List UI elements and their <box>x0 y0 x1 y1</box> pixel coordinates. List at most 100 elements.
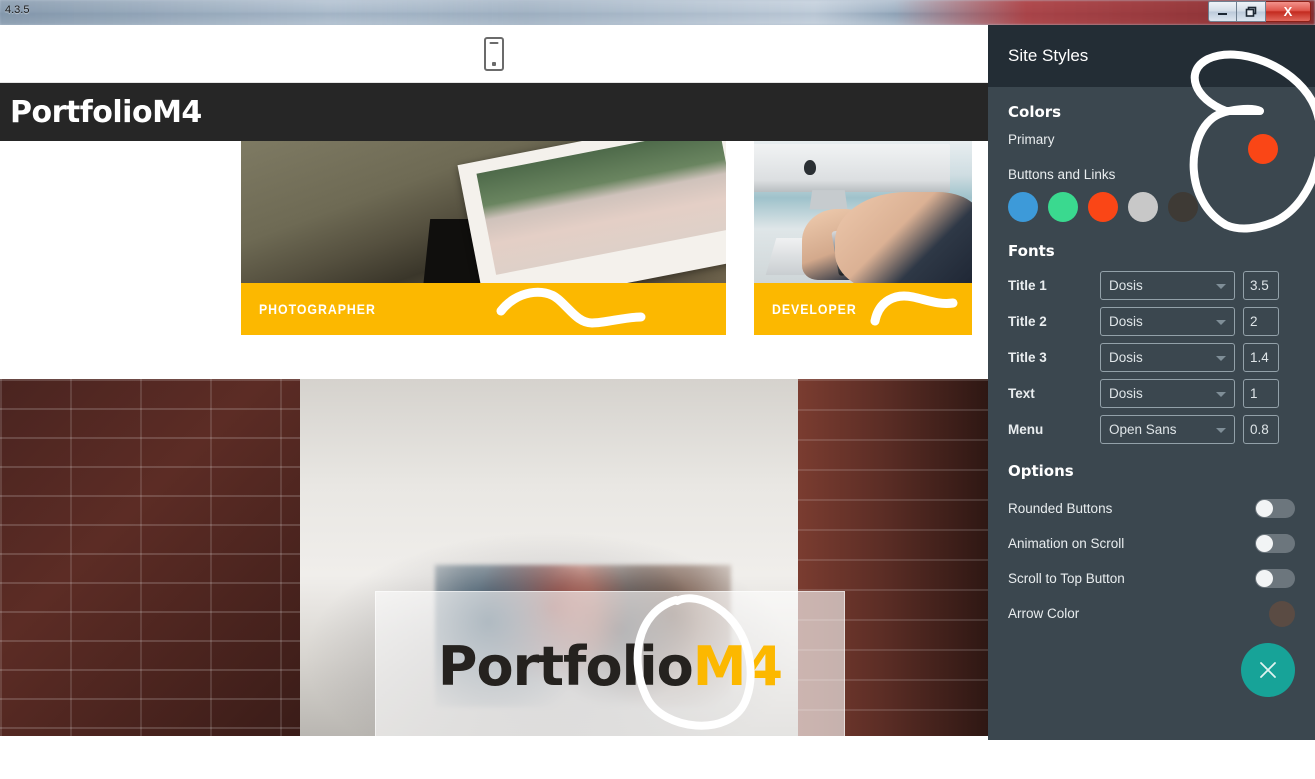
photographer-label-text: PHOTOGRAPHER <box>259 301 376 317</box>
font-select-text[interactable]: Dosis <box>1100 379 1235 408</box>
chevron-down-icon <box>1216 355 1226 361</box>
color-swatch-green[interactable] <box>1048 192 1078 222</box>
right-hand-graphic <box>834 192 972 283</box>
toggle-animation-on-scroll[interactable] <box>1255 534 1295 553</box>
buttons-and-links-label: Buttons and Links <box>1008 167 1116 182</box>
photo-print-graphic <box>457 141 726 283</box>
panel-title: Site Styles <box>1008 46 1089 65</box>
font-size-input-title-2[interactable]: 2 <box>1243 307 1279 336</box>
close-icon <box>1260 662 1276 678</box>
color-swatch-dark[interactable] <box>1168 192 1198 222</box>
close-icon: X <box>1283 4 1293 19</box>
panel-header: Site Styles <box>988 25 1315 87</box>
panel-body: Colors Primary Buttons and Links Fonts T… <box>988 87 1315 631</box>
option-row-arrow-color: Arrow Color <box>1008 596 1295 631</box>
hero-title-accent: M4 <box>692 634 783 698</box>
font-size-input-text[interactable]: 1 <box>1243 379 1279 408</box>
developer-label-text: DEVELOPER <box>772 301 857 317</box>
imac-graphic <box>754 143 951 193</box>
minimize-button[interactable] <box>1208 1 1237 22</box>
font-select-title-1[interactable]: Dosis <box>1100 271 1235 300</box>
option-row-scroll-to-top-button: Scroll to Top Button <box>1008 561 1295 596</box>
font-label-text: Text <box>1008 386 1035 401</box>
chevron-down-icon <box>1216 283 1226 289</box>
chevron-down-icon <box>1216 391 1226 397</box>
primary-color-swatch[interactable] <box>1248 134 1278 164</box>
close-button[interactable]: X <box>1266 1 1311 22</box>
site-styles-panel: Site Styles Colors Primary Buttons and L… <box>988 25 1315 740</box>
developer-artwork <box>754 141 972 283</box>
font-label-title-2: Title 2 <box>1008 314 1047 329</box>
toggle-rounded-buttons[interactable] <box>1255 499 1295 518</box>
restore-button[interactable] <box>1237 1 1266 22</box>
font-select-title-2[interactable]: Dosis <box>1100 307 1235 336</box>
color-swatch-blue[interactable] <box>1008 192 1038 222</box>
font-label-menu: Menu <box>1008 422 1044 437</box>
font-size-input-menu[interactable]: 0.8 <box>1243 415 1279 444</box>
panel-close-button[interactable] <box>1241 643 1295 697</box>
version-label: 4.3.5 <box>5 4 30 16</box>
option-label-scroll-to-top-button: Scroll to Top Button <box>1008 571 1125 586</box>
color-swatch-orange[interactable] <box>1088 192 1118 222</box>
font-select-value-title-2: Dosis <box>1109 314 1143 329</box>
application-window: 4.3.5 X PortfolioM4 PHOTOGRAPHER DEVELOP… <box>0 0 1315 779</box>
colors-heading: Colors <box>1008 103 1062 121</box>
arrow-color-swatch[interactable] <box>1269 600 1295 627</box>
font-row-title-3: Title 3 Dosis 1.4 <box>1008 343 1295 372</box>
toggle-knob <box>1256 500 1273 517</box>
device-preview-bar <box>0 25 988 83</box>
toggle-scroll-to-top-button[interactable] <box>1255 569 1295 588</box>
developer-card-image <box>754 141 972 283</box>
site-preview: PortfolioM4 PHOTOGRAPHER DEVELOPER Portf… <box>0 25 988 740</box>
annotation-squiggle-photographer <box>496 287 646 328</box>
chevron-down-icon <box>1216 319 1226 325</box>
developer-card-label: DEVELOPER <box>754 283 972 335</box>
primary-color-label: Primary <box>1008 132 1055 147</box>
imac-stand-graphic <box>809 190 847 210</box>
option-label-animation-on-scroll: Animation on Scroll <box>1008 536 1125 551</box>
window-title-bar: 4.3.5 X <box>0 0 1315 25</box>
option-label-rounded-buttons: Rounded Buttons <box>1008 501 1113 516</box>
photographer-card-image <box>241 141 726 283</box>
option-label-arrow-color: Arrow Color <box>1008 606 1080 621</box>
toggle-knob <box>1256 535 1273 552</box>
font-select-value-menu: Open Sans <box>1109 422 1177 437</box>
option-row-animation-on-scroll: Animation on Scroll <box>1008 526 1295 561</box>
color-swatch-gray[interactable] <box>1128 192 1158 222</box>
font-row-title-1: Title 1 Dosis 3.5 <box>1008 271 1295 300</box>
fonts-section: Fonts Title 1 Dosis 3.5 Title 2 Dosis 2 … <box>1008 242 1295 444</box>
font-label-title-3: Title 3 <box>1008 350 1047 365</box>
font-select-value-text: Dosis <box>1109 386 1143 401</box>
options-section: Options Rounded Buttons Animation on Scr… <box>1008 462 1295 631</box>
photographer-card-label: PHOTOGRAPHER <box>241 283 726 335</box>
font-select-title-3[interactable]: Dosis <box>1100 343 1235 372</box>
option-row-rounded-buttons: Rounded Buttons <box>1008 491 1295 526</box>
hero-title-box: PortfolioM4 <box>375 591 845 736</box>
button-color-swatches <box>1008 192 1295 222</box>
portfolio-card-photographer[interactable]: PHOTOGRAPHER <box>241 141 726 379</box>
site-logo[interactable]: PortfolioM4 <box>10 95 202 130</box>
site-navbar: PortfolioM4 <box>0 83 988 141</box>
font-select-value-title-1: Dosis <box>1109 278 1143 293</box>
colors-section: Colors Primary Buttons and Links <box>1008 103 1295 222</box>
portfolio-cards-row: PHOTOGRAPHER DEVELOPER <box>0 141 988 379</box>
font-row-menu: Menu Open Sans 0.8 <box>1008 415 1295 444</box>
window-controls: X <box>1208 1 1311 22</box>
portfolio-card-developer[interactable]: DEVELOPER <box>754 141 972 379</box>
annotation-squiggle-developer <box>870 291 958 326</box>
title-bar-background <box>0 0 1315 25</box>
font-row-title-2: Title 2 Dosis 2 <box>1008 307 1295 336</box>
toggle-knob <box>1256 570 1273 587</box>
font-size-input-title-3[interactable]: 1.4 <box>1243 343 1279 372</box>
hero-title-dark: Portfolio <box>437 634 694 698</box>
font-label-title-1: Title 1 <box>1008 278 1047 293</box>
hero-brick-left <box>0 379 300 736</box>
font-select-menu[interactable]: Open Sans <box>1100 415 1235 444</box>
font-select-value-title-3: Dosis <box>1109 350 1143 365</box>
options-heading: Options <box>1008 462 1074 480</box>
font-size-input-title-1[interactable]: 3.5 <box>1243 271 1279 300</box>
fonts-heading: Fonts <box>1008 242 1055 260</box>
font-row-text: Text Dosis 1 <box>1008 379 1295 408</box>
mobile-phone-icon[interactable] <box>484 36 504 71</box>
hero-title: PortfolioM4 <box>437 634 783 698</box>
